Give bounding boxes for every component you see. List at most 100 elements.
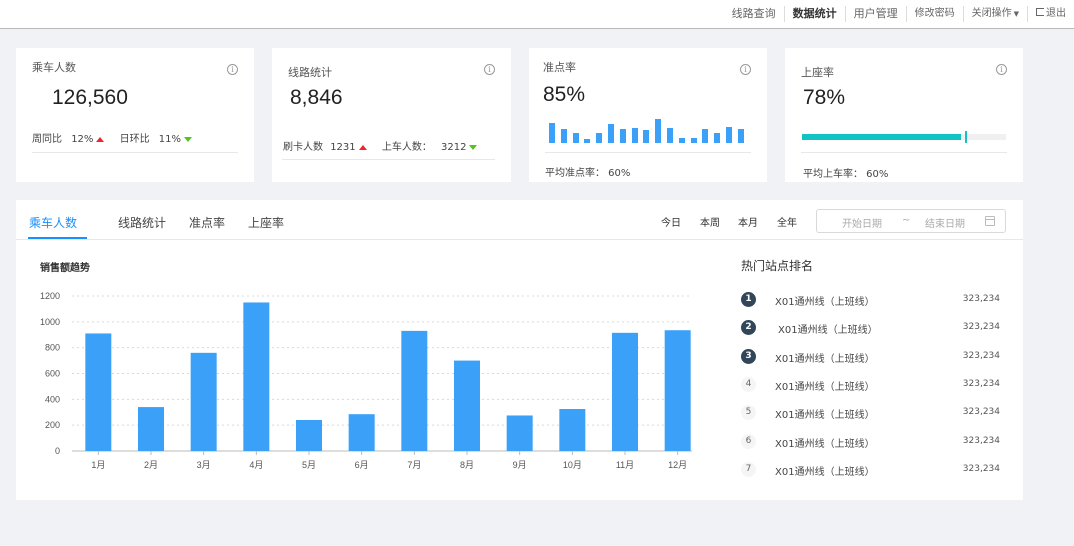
bar-4月 <box>243 302 270 451</box>
nav-data-stats[interactable]: 数据统计 <box>785 0 845 28</box>
rank-number-badge: 5 <box>741 405 756 421</box>
routes-value: 8,846 <box>290 86 343 109</box>
rank-value: 323,234 <box>962 463 1000 474</box>
active-tab-indicator <box>28 237 87 239</box>
occupancy-target-marker <box>965 131 968 143</box>
bar-3月 <box>190 352 217 451</box>
mini-bar <box>549 123 555 143</box>
logout-icon <box>1036 8 1044 16</box>
card-divider <box>282 159 495 160</box>
x-tick-label: 3月 <box>197 460 211 470</box>
x-tick-label: 12月 <box>668 460 687 470</box>
y-tick-label: 1200 <box>40 291 60 301</box>
trend-up-icon <box>96 136 105 142</box>
occupancy-card: 上座率 i 78% 平均上车率： 60% <box>785 48 1023 182</box>
mini-bar <box>560 128 567 143</box>
punctuality-average: 平均准点率： 60% <box>545 168 631 179</box>
swipe-label: 刷卡人数 <box>283 142 323 153</box>
ranking-row[interactable]: 6 X01通州线（上班线） 323,234 <box>741 432 1000 452</box>
ranking-row[interactable]: 4 X01通州线（上班线） 323,234 <box>741 375 1000 395</box>
bar-11月 <box>612 332 638 451</box>
mini-bar <box>667 127 673 143</box>
mini-bar <box>655 119 662 143</box>
y-tick-label: 1000 <box>40 317 60 327</box>
range-this-year[interactable]: 全年 <box>777 214 797 229</box>
ranking-row[interactable]: 3 X01通州线（上班线） 323,234 <box>741 347 1000 367</box>
tab-punctuality[interactable]: 准点率 <box>189 214 225 231</box>
card-divider <box>32 152 238 153</box>
info-icon[interactable]: i <box>227 64 238 75</box>
stats-tabs: 乘车人数 线路统计 准点率 上座率 今日 本周 本月 全年 开始日期 ~ 结束日… <box>16 200 1023 240</box>
x-tick-label: 11月 <box>616 460 634 470</box>
tab-routes[interactable]: 线路统计 <box>118 214 166 231</box>
passengers-card: 乘车人数 i 126,560 周同比 12% 日环比 11% <box>16 48 254 182</box>
mini-bar <box>643 129 650 143</box>
rank-station-name: X01通州线（上班线） <box>778 325 878 337</box>
rank-number-badge: 7 <box>741 461 756 477</box>
bar-9月 <box>506 415 533 451</box>
trend-up-icon <box>358 144 367 150</box>
mini-bar <box>596 133 603 143</box>
start-date-input[interactable]: 开始日期 <box>842 215 882 230</box>
x-tick-label: 4月 <box>249 460 263 470</box>
rank-station-name: X01通州线（上班线） <box>775 381 875 393</box>
occupancy-progress-bar <box>802 131 1006 143</box>
dod-label: 日环比 <box>119 134 150 145</box>
ranking-row[interactable]: 7 X01通州线（上班线） 323,234 <box>741 460 1000 480</box>
ranking-row[interactable]: 2 X01通州线（上班线） 323,234 <box>741 318 1000 338</box>
rank-number-badge: 2 <box>741 320 756 336</box>
rank-number-badge: 3 <box>741 348 756 364</box>
chart-title: 销售额趋势 <box>40 263 90 274</box>
mini-bar <box>631 127 638 143</box>
mini-bar <box>702 128 709 143</box>
wow-value: 12% <box>71 134 94 145</box>
nav-logout[interactable]: 退出 <box>1028 0 1074 28</box>
range-this-month[interactable]: 本月 <box>738 214 758 229</box>
nav-logout-label: 退出 <box>1046 8 1066 19</box>
rank-number-badge: 1 <box>741 292 756 307</box>
trend-down-icon <box>469 144 478 150</box>
info-icon[interactable]: i <box>740 64 751 75</box>
bar-5月 <box>296 420 322 451</box>
calendar-icon <box>985 216 995 226</box>
rank-value: 323,234 <box>962 378 1000 389</box>
occupancy-progress-fill <box>802 134 962 140</box>
range-this-week[interactable]: 本周 <box>700 214 720 229</box>
occupancy-average: 平均上车率： 60% <box>803 169 889 180</box>
card-divider <box>801 152 1007 153</box>
mini-bar <box>608 124 614 143</box>
bar-7月 <box>401 330 428 451</box>
top-bar: 线路查询 数据统计 用户管理 修改密码 关闭操作 ▼ 退出 <box>0 0 1074 29</box>
swipe-value: 1231 <box>330 142 356 153</box>
nav-route-query[interactable]: 线路查询 <box>724 0 784 28</box>
x-tick-label: 7月 <box>407 460 421 470</box>
card-title: 上座率 <box>801 66 834 79</box>
board-label: 上车人数： <box>381 142 432 153</box>
y-tick-label: 400 <box>45 394 60 404</box>
nav-close-operation[interactable]: 关闭操作 ▼ <box>964 0 1027 28</box>
info-icon[interactable]: i <box>484 64 495 75</box>
end-date-input[interactable]: 结束日期 <box>925 215 965 230</box>
x-tick-label: 2月 <box>144 460 158 470</box>
nav-change-password[interactable]: 修改密码 <box>907 0 963 28</box>
bar-2月 <box>138 407 164 451</box>
ranking-row[interactable]: 1 X01通州线（上班线） 323,234 <box>741 290 1000 310</box>
ranking-title: 热门站点排名 <box>741 259 814 273</box>
tab-passengers[interactable]: 乘车人数 <box>29 214 77 231</box>
routes-card: 线路统计 i 8,846 刷卡人数 1231 上车人数： 3212 <box>272 48 511 182</box>
rank-number-badge: 4 <box>741 376 756 392</box>
range-today[interactable]: 今日 <box>661 214 681 229</box>
routes-compare: 刷卡人数 1231 上车人数： 3212 <box>283 138 478 153</box>
info-icon[interactable]: i <box>996 64 1007 75</box>
nav-user-management[interactable]: 用户管理 <box>846 0 906 28</box>
bar-12月 <box>664 330 691 451</box>
mini-bar <box>584 138 591 143</box>
passengers-compare: 周同比 12% 日环比 11% <box>32 130 193 145</box>
rank-station-name: X01通州线（上班线） <box>775 466 875 478</box>
mini-bar <box>678 137 685 143</box>
tab-occupancy[interactable]: 上座率 <box>248 214 284 231</box>
ranking-row[interactable]: 5 X01通州线（上班线） 323,234 <box>741 403 1000 423</box>
bar-1月 <box>85 333 112 451</box>
y-tick-label: 800 <box>45 343 60 353</box>
date-range-picker[interactable]: 开始日期 ~ 结束日期 <box>816 209 1006 233</box>
